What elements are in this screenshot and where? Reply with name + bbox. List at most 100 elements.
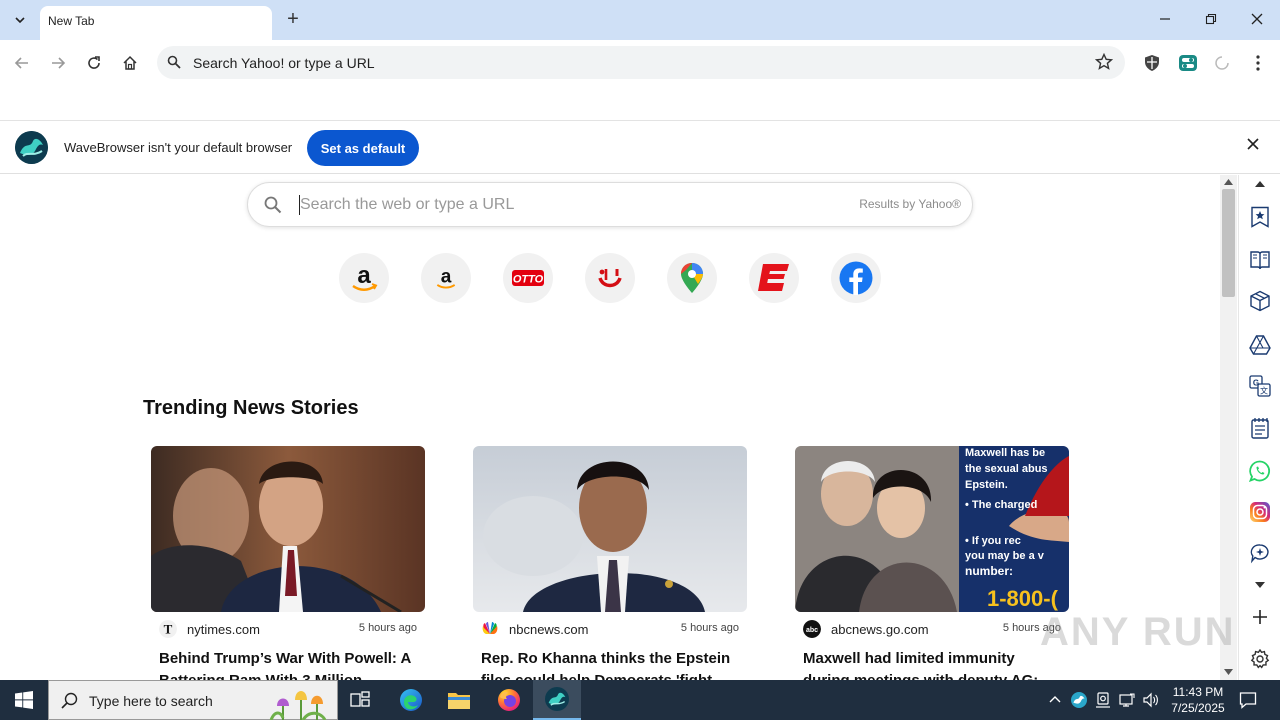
news-card[interactable]: Maxwell has be the sexual abus Epstein. … xyxy=(795,446,1069,680)
reload-icon xyxy=(88,56,100,69)
volume-icon xyxy=(1143,692,1158,708)
tray-clock[interactable]: 11:43 PM 7/25/2025 xyxy=(1160,684,1236,716)
taskbar-file-explorer[interactable] xyxy=(435,680,483,720)
network-icon xyxy=(1119,693,1135,707)
bookmark-star-icon[interactable] xyxy=(1095,53,1113,71)
news-headline[interactable]: Behind Trump’s War With Powell: A Batter… xyxy=(159,648,421,680)
plus-icon xyxy=(1253,610,1267,624)
search-input-placeholder[interactable]: Search the web or type a URL xyxy=(300,196,514,214)
new-tab-button[interactable]: + xyxy=(282,8,304,30)
set-as-default-button[interactable]: Set as default xyxy=(307,130,419,166)
start-button[interactable] xyxy=(0,680,48,720)
side-settings-button[interactable] xyxy=(1247,646,1273,672)
package-icon xyxy=(1250,290,1270,312)
news-headline[interactable]: Rep. Ro Khanna thinks the Epstein files … xyxy=(481,648,743,680)
news-card[interactable]: nbcnews.com 5 hours ago Rep. Ro Khanna t… xyxy=(473,446,747,680)
toolbar: Search Yahoo! or type a URL xyxy=(0,40,1280,86)
tray-device-icon[interactable] xyxy=(1094,692,1112,708)
loading-extension-button[interactable] xyxy=(1209,50,1235,76)
toggle-extension-button[interactable] xyxy=(1175,50,1201,76)
news-timestamp: 5 hours ago xyxy=(680,622,739,634)
windows-taskbar: Type here to search 11:43 PM 7/25/2025 xyxy=(0,680,1280,720)
minimize-button[interactable] xyxy=(1151,8,1179,32)
address-bar-text: Search Yahoo! or type a URL xyxy=(193,55,375,71)
forward-button[interactable] xyxy=(45,50,71,76)
taskbar-firefox[interactable] xyxy=(485,680,533,720)
tray-volume-icon[interactable] xyxy=(1142,692,1160,708)
tray-overflow-button[interactable] xyxy=(1046,692,1064,708)
news-headline[interactable]: Maxwell had limited immunity during meet… xyxy=(803,648,1065,680)
shortcut-amazon-2[interactable]: a xyxy=(421,253,471,303)
address-bar[interactable]: Search Yahoo! or type a URL xyxy=(157,46,1125,79)
side-add-button[interactable] xyxy=(1247,604,1273,630)
svg-text:abc: abc xyxy=(806,627,818,634)
side-panel-scroll-down[interactable] xyxy=(1247,577,1273,593)
close-icon xyxy=(1247,138,1259,150)
taskbar-edge[interactable] xyxy=(387,680,435,720)
side-assistant-button[interactable] xyxy=(1247,540,1273,566)
taskbar-wavebrowser[interactable] xyxy=(533,680,581,720)
news-timestamp: 5 hours ago xyxy=(358,622,417,634)
poster-line-1: Maxwell has be xyxy=(965,447,1045,459)
arrow-left-icon xyxy=(14,57,28,69)
news-card[interactable]: T nytimes.com 5 hours ago Behind Trump’s… xyxy=(151,446,425,680)
close-window-button[interactable] xyxy=(1243,8,1271,32)
shortcut-espn[interactable] xyxy=(749,253,799,303)
news-source-row: abc abcnews.go.com 5 hours ago xyxy=(803,620,1061,638)
side-whatsapp-button[interactable] xyxy=(1247,458,1273,484)
shield-extension-button[interactable] xyxy=(1139,50,1165,76)
side-instagram-button[interactable] xyxy=(1247,499,1273,525)
instagram-icon xyxy=(1250,502,1270,522)
home-button[interactable] xyxy=(117,50,143,76)
shortcut-amazon[interactable]: a xyxy=(339,253,389,303)
news-source-name: nytimes.com xyxy=(187,622,260,637)
task-view-button[interactable] xyxy=(336,680,384,720)
anyrun-watermark: ANY RUN xyxy=(1040,610,1236,654)
notifications-button[interactable] xyxy=(1238,691,1258,709)
side-package-button[interactable] xyxy=(1247,288,1273,314)
side-translate-button[interactable]: G文 xyxy=(1247,373,1273,399)
side-reading-button[interactable] xyxy=(1247,247,1273,273)
tab-search-button[interactable] xyxy=(8,8,32,32)
news-photo-hearing xyxy=(151,446,425,612)
nytimes-icon: T xyxy=(159,620,177,638)
minimize-icon xyxy=(1160,18,1170,20)
shortcut-facebook[interactable] xyxy=(831,253,881,303)
scroll-thumb[interactable] xyxy=(1222,189,1235,297)
side-notes-button[interactable] xyxy=(1247,415,1273,441)
maximize-button[interactable] xyxy=(1197,8,1225,32)
news-image[interactable] xyxy=(473,446,747,612)
infobar-close-button[interactable] xyxy=(1243,137,1263,157)
search-box[interactable]: Search the web or type a URL Results by … xyxy=(247,182,973,227)
taskbar-search-box[interactable]: Type here to search xyxy=(48,680,338,720)
shortcut-tui[interactable] xyxy=(585,253,635,303)
news-image[interactable]: Maxwell has be the sexual abus Epstein. … xyxy=(795,446,1069,612)
search-icon xyxy=(167,55,181,69)
reload-button[interactable] xyxy=(81,50,107,76)
tulips-decoration-icon xyxy=(269,691,327,720)
poster-line-3: Epstein. xyxy=(965,479,1008,491)
tab-strip: New Tab + xyxy=(0,0,1280,40)
side-panel-scroll-up[interactable] xyxy=(1247,175,1273,193)
toggle-extension-icon xyxy=(1179,55,1197,71)
back-button[interactable] xyxy=(9,50,35,76)
scroll-up-arrow[interactable] xyxy=(1224,178,1233,187)
side-drive-button[interactable] xyxy=(1247,332,1273,358)
page-scrollbar[interactable] xyxy=(1220,175,1237,680)
device-icon xyxy=(1096,692,1110,708)
news-image[interactable] xyxy=(151,446,425,612)
tray-network-icon[interactable] xyxy=(1118,692,1136,708)
tray-wave-icon[interactable] xyxy=(1070,692,1088,708)
shortcut-google-maps[interactable] xyxy=(667,253,717,303)
tab-new-tab[interactable]: New Tab xyxy=(40,6,272,40)
scroll-down-arrow[interactable] xyxy=(1224,668,1233,677)
poster-line-7: number: xyxy=(965,564,1013,578)
task-view-icon xyxy=(350,691,370,707)
poster-line-5: • If you rec xyxy=(965,535,1021,547)
wave-logo-icon xyxy=(15,131,48,164)
trending-news-title: Trending News Stories xyxy=(143,397,359,419)
browser-menu-button[interactable] xyxy=(1245,50,1271,76)
windows-logo-icon xyxy=(15,691,33,709)
side-bookmarks-button[interactable] xyxy=(1247,204,1273,230)
shortcut-otto[interactable]: OTTO xyxy=(503,253,553,303)
